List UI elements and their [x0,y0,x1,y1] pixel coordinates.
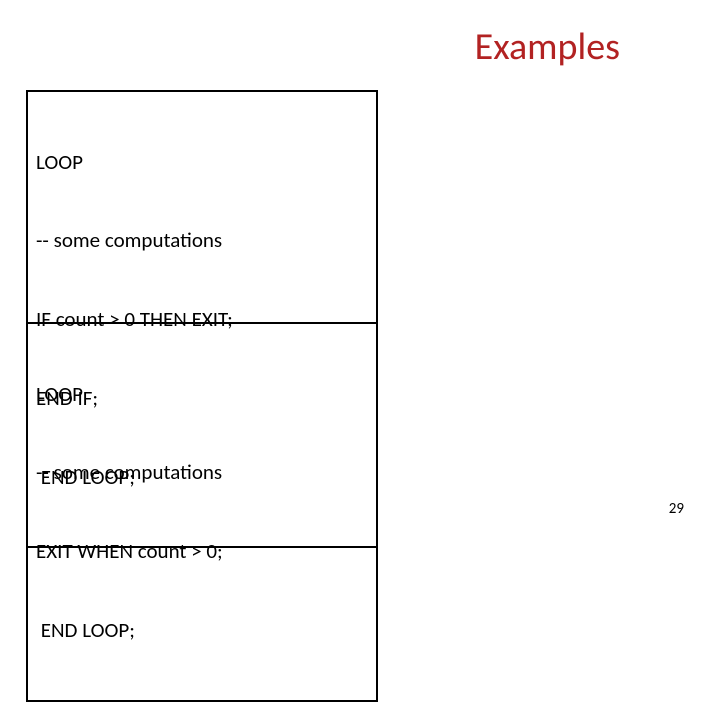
slide: Examples LOOP -- some computations IF co… [0,0,720,540]
code-line: -- some computations [36,459,368,485]
slide-title: Examples [475,24,620,70]
code-line: END LOOP; [36,617,368,643]
code-line: EXIT WHEN count > 0; [36,538,368,564]
code-line: LOOP [36,381,368,407]
page-number: 29 [669,500,684,518]
code-line: LOOP [36,149,368,175]
code-example-2: LOOP -- some computations EXIT WHEN coun… [26,322,378,702]
code-line: -- some computations [36,227,368,253]
